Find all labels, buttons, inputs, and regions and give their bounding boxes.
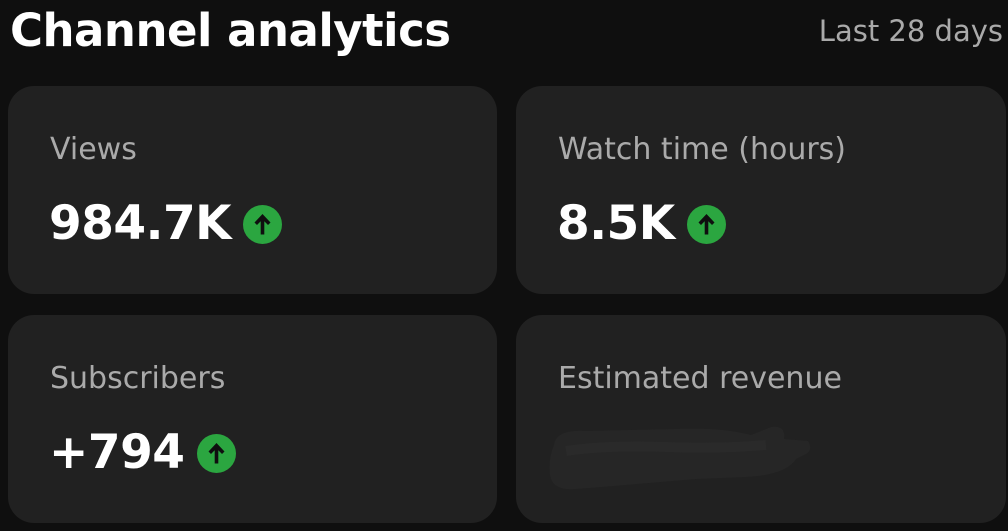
metric-label: Views [50,132,137,167]
metric-value-row: +794 [49,425,236,481]
arrow-up-circle-icon [243,204,283,244]
analytics-header: Channel analytics Last 28 days [0,0,1008,70]
metric-card-subscribers[interactable]: Subscribers +794 [8,315,497,523]
date-range-label[interactable]: Last 28 days [819,14,1003,48]
metric-label: Estimated revenue [558,361,842,396]
arrow-up-circle-icon [196,433,236,473]
metric-value: 8.5K [557,196,675,251]
metric-label: Watch time (hours) [558,132,847,167]
redacted-value [546,415,811,495]
metric-value: +794 [49,425,185,480]
metric-card-watch-time[interactable]: Watch time (hours) 8.5K [516,86,1006,294]
arrow-up-circle-icon [686,204,726,244]
page-title: Channel analytics [10,4,451,57]
metric-label: Subscribers [50,361,226,396]
metric-card-estimated-revenue[interactable]: Estimated revenue [516,315,1006,523]
metric-value: 984.7K [49,196,232,251]
metric-value-row: 984.7K [49,196,283,252]
metric-value-row: 8.5K [557,196,726,252]
metric-card-views[interactable]: Views 984.7K [8,86,497,294]
